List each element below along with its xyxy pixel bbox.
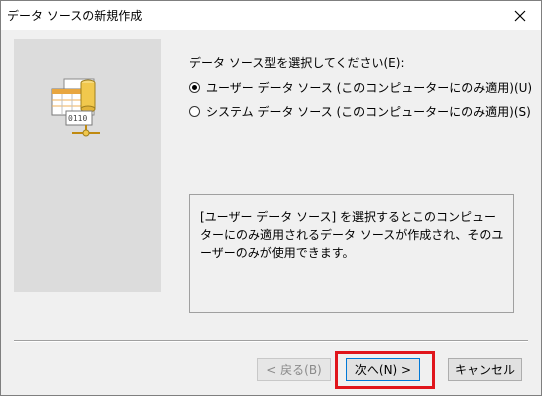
svg-text:0110: 0110 <box>68 114 87 123</box>
wizard-illustration: 0110 <box>14 39 161 292</box>
system-data-source-option[interactable]: システム データ ソース (このコンピューターにのみ適用)(S) <box>189 103 531 120</box>
user-data-source-label[interactable]: ユーザー データ ソース (このコンピューターにのみ適用)(U) <box>206 79 532 96</box>
cancel-button[interactable]: キャンセル <box>448 358 522 381</box>
next-button-highlight <box>335 351 435 389</box>
data-source-type-prompt: データ ソース型を選択してください(E): <box>189 56 405 70</box>
new-data-source-dialog: データ ソースの新規作成 0110 データ ソース型を選択してください(E): … <box>0 0 542 396</box>
description-text: [ユーザー データ ソース] を選択するとこのコンピューターにのみ適用されるデー… <box>200 210 504 260</box>
title-bar: データ ソースの新規作成 <box>1 1 541 30</box>
data-source-icon: 0110 <box>51 78 100 137</box>
user-data-source-option[interactable]: ユーザー データ ソース (このコンピューターにのみ適用)(U) <box>189 79 532 96</box>
close-button[interactable] <box>499 1 541 30</box>
radio-system-data-source[interactable] <box>189 106 200 117</box>
window-title: データ ソースの新規作成 <box>7 9 143 23</box>
radio-user-data-source[interactable] <box>189 82 200 93</box>
close-icon <box>514 10 526 21</box>
system-data-source-label[interactable]: システム データ ソース (このコンピューターにのみ適用)(S) <box>206 103 531 120</box>
button-separator <box>14 340 528 342</box>
description-box: [ユーザー データ ソース] を選択するとこのコンピューターにのみ適用されるデー… <box>189 194 514 313</box>
back-button[interactable]: < 戻る(B) <box>257 358 331 381</box>
